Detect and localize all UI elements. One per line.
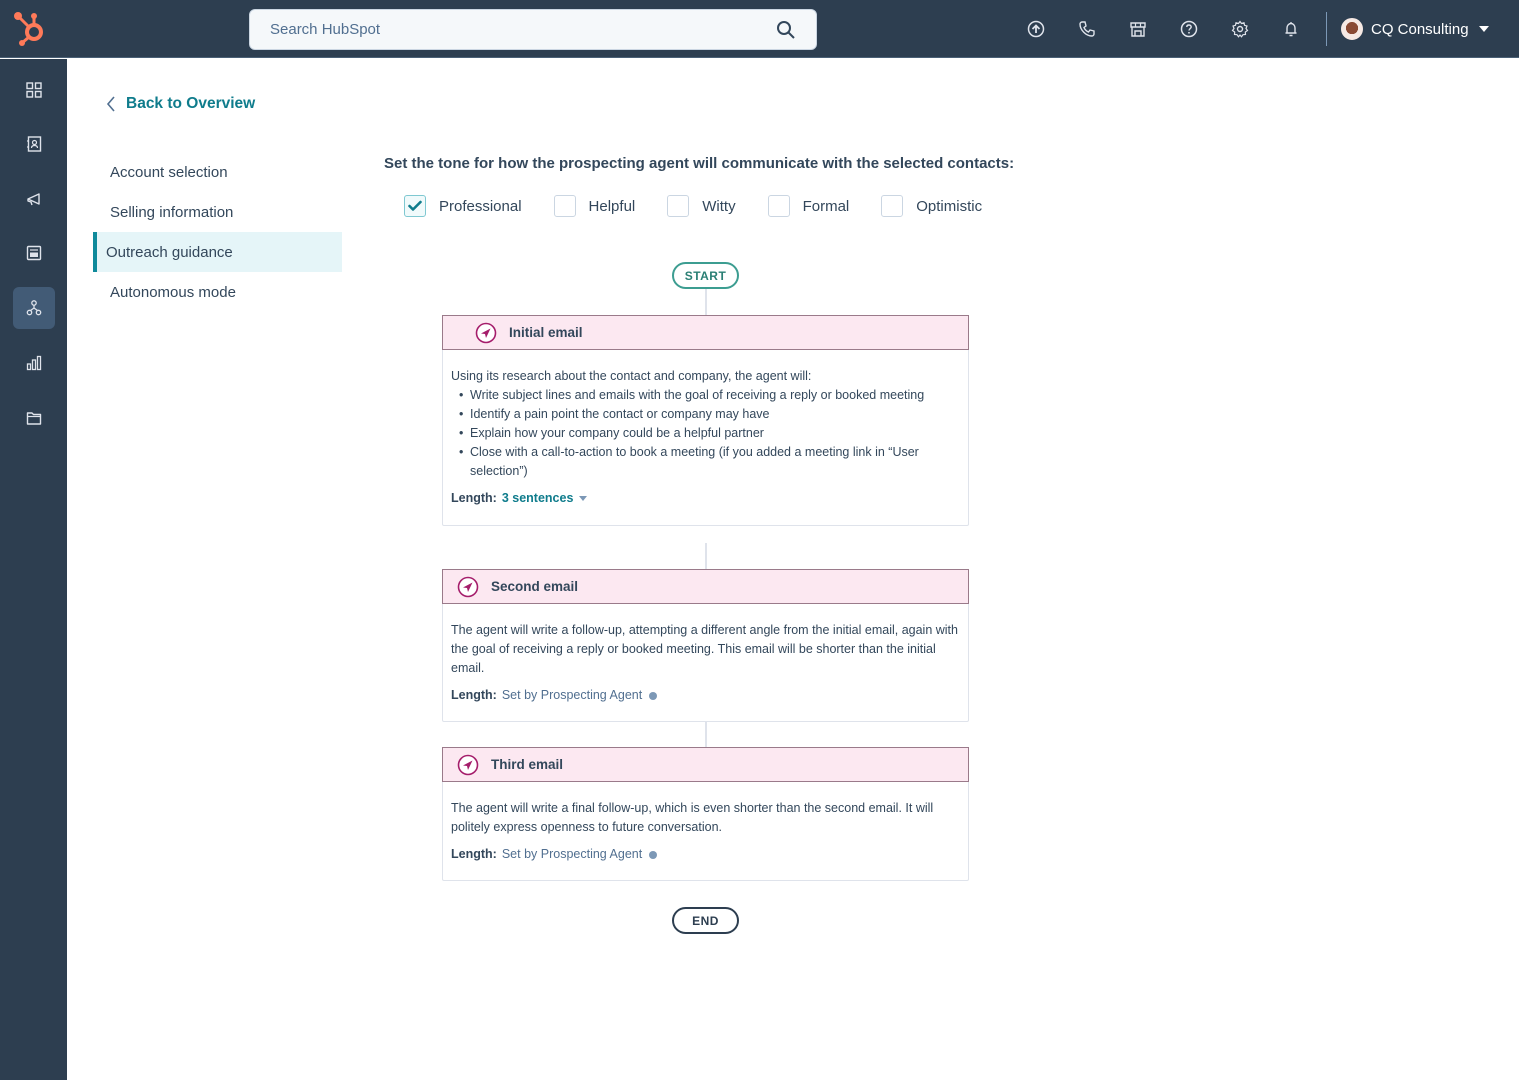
tone-label: Formal — [802, 197, 850, 215]
flow-connector — [705, 543, 707, 569]
card-title: Third email — [491, 757, 564, 772]
card-title: Initial email — [509, 325, 583, 340]
tone-label: Helpful — [588, 197, 636, 215]
reporting-icon[interactable] — [13, 342, 55, 384]
top-navigation-bar: CQ Consulting — [0, 0, 1519, 58]
card-intro: Using its research about the contact and… — [451, 369, 812, 383]
card-header: Initial email — [442, 315, 969, 350]
info-icon[interactable] — [649, 691, 658, 700]
flow-start-node: START — [672, 262, 739, 289]
length-label: Length: — [451, 688, 497, 702]
second-email-card: Second email The agent will write a foll… — [442, 569, 969, 722]
card-header: Third email — [442, 747, 969, 782]
bullet-item: Close with a call-to-action to book a me… — [459, 443, 960, 481]
length-label: Length: — [451, 847, 497, 861]
automation-icon[interactable] — [13, 287, 55, 329]
length-value: 3 sentences — [501, 491, 574, 505]
send-email-icon — [457, 754, 479, 776]
card-description: The agent will write a final follow-up, … — [451, 801, 934, 834]
step-label: Outreach guidance — [106, 243, 233, 261]
card-header: Second email — [442, 569, 969, 604]
length-dropdown[interactable]: 3 sentences — [502, 489, 588, 508]
checkmark-icon — [408, 200, 422, 211]
card-title: Second email — [491, 579, 579, 594]
bullet-list: Write subject lines and emails with the … — [451, 386, 960, 481]
tone-label: Professional — [439, 197, 522, 215]
bookmarks-icon[interactable] — [13, 69, 55, 111]
topbar-divider — [1326, 12, 1327, 46]
account-menu[interactable]: CQ Consulting — [1341, 18, 1489, 40]
search-bar[interactable] — [249, 9, 817, 50]
step-outreach-guidance[interactable]: Outreach guidance — [93, 232, 342, 272]
tone-label: Witty — [702, 197, 736, 215]
step-label: Account selection — [110, 163, 228, 181]
marketing-icon[interactable] — [13, 178, 55, 220]
help-icon[interactable] — [1163, 0, 1214, 58]
left-sidebar — [0, 59, 67, 1080]
tone-heading: Set the tone for how the prospecting age… — [384, 155, 1015, 172]
tone-label: Optimistic — [916, 197, 983, 215]
tone-options: Professional Helpful Witty Formal Optimi… — [404, 195, 1014, 217]
avatar — [1341, 18, 1363, 40]
chevron-down-icon — [1478, 26, 1489, 32]
flow-connector — [705, 289, 707, 315]
tone-helpful-checkbox[interactable]: Helpful — [553, 195, 636, 217]
step-selling-information[interactable]: Selling information — [93, 192, 342, 232]
checkbox[interactable] — [553, 195, 576, 217]
tone-formal-checkbox[interactable]: Formal — [767, 195, 850, 217]
back-to-overview-link[interactable]: Back to Overview — [106, 95, 255, 113]
card-description: The agent will write a follow-up, attemp… — [451, 623, 958, 675]
checkbox[interactable] — [667, 195, 690, 217]
upgrade-icon[interactable] — [1010, 0, 1061, 58]
send-email-icon — [475, 322, 497, 344]
length-row: Length: Set by Prospecting Agent — [451, 686, 960, 705]
bullet-item: Identify a pain point the contact or com… — [459, 405, 960, 424]
step-account-selection[interactable]: Account selection — [93, 152, 342, 192]
info-icon[interactable] — [649, 850, 658, 859]
length-label: Length: — [451, 491, 497, 505]
settings-icon[interactable] — [1214, 0, 1265, 58]
step-label: Selling information — [110, 203, 234, 221]
content-icon[interactable] — [13, 232, 55, 274]
length-row: Length: 3 sentences — [451, 489, 960, 508]
tone-optimistic-checkbox[interactable]: Optimistic — [881, 195, 982, 217]
notifications-icon[interactable] — [1265, 0, 1316, 58]
bullet-item: Write subject lines and emails with the … — [459, 386, 960, 405]
tone-witty-checkbox[interactable]: Witty — [667, 195, 736, 217]
caret-down-icon — [579, 496, 588, 501]
step-label: Autonomous mode — [110, 283, 236, 301]
hubspot-logo-icon[interactable] — [10, 8, 50, 48]
step-autonomous-mode[interactable]: Autonomous mode — [93, 272, 342, 312]
initial-email-card: Initial email Using its research about t… — [442, 315, 969, 526]
account-name: CQ Consulting — [1371, 20, 1469, 38]
checkbox[interactable] — [881, 195, 904, 217]
calling-icon[interactable] — [1061, 0, 1112, 58]
length-value: Set by Prospecting Agent — [501, 688, 643, 702]
checkbox[interactable] — [404, 195, 426, 217]
send-email-icon — [457, 576, 479, 598]
marketplace-icon[interactable] — [1112, 0, 1163, 58]
flow-end-node: END — [672, 907, 739, 934]
back-link-label: Back to Overview — [126, 95, 256, 112]
search-icon[interactable] — [776, 20, 796, 40]
search-input[interactable] — [270, 21, 776, 38]
tone-professional-checkbox[interactable]: Professional — [404, 195, 522, 217]
flow-connector — [705, 721, 707, 747]
contacts-icon[interactable] — [13, 123, 55, 165]
length-value: Set by Prospecting Agent — [501, 847, 643, 861]
length-row: Length: Set by Prospecting Agent — [451, 845, 960, 864]
library-icon[interactable] — [13, 397, 55, 439]
third-email-card: Third email The agent will write a final… — [442, 747, 969, 881]
chevron-left-icon — [106, 96, 115, 112]
bullet-item: Explain how your company could be a help… — [459, 424, 960, 443]
setup-steps: Account selection Selling information Ou… — [93, 152, 342, 312]
checkbox[interactable] — [767, 195, 790, 217]
